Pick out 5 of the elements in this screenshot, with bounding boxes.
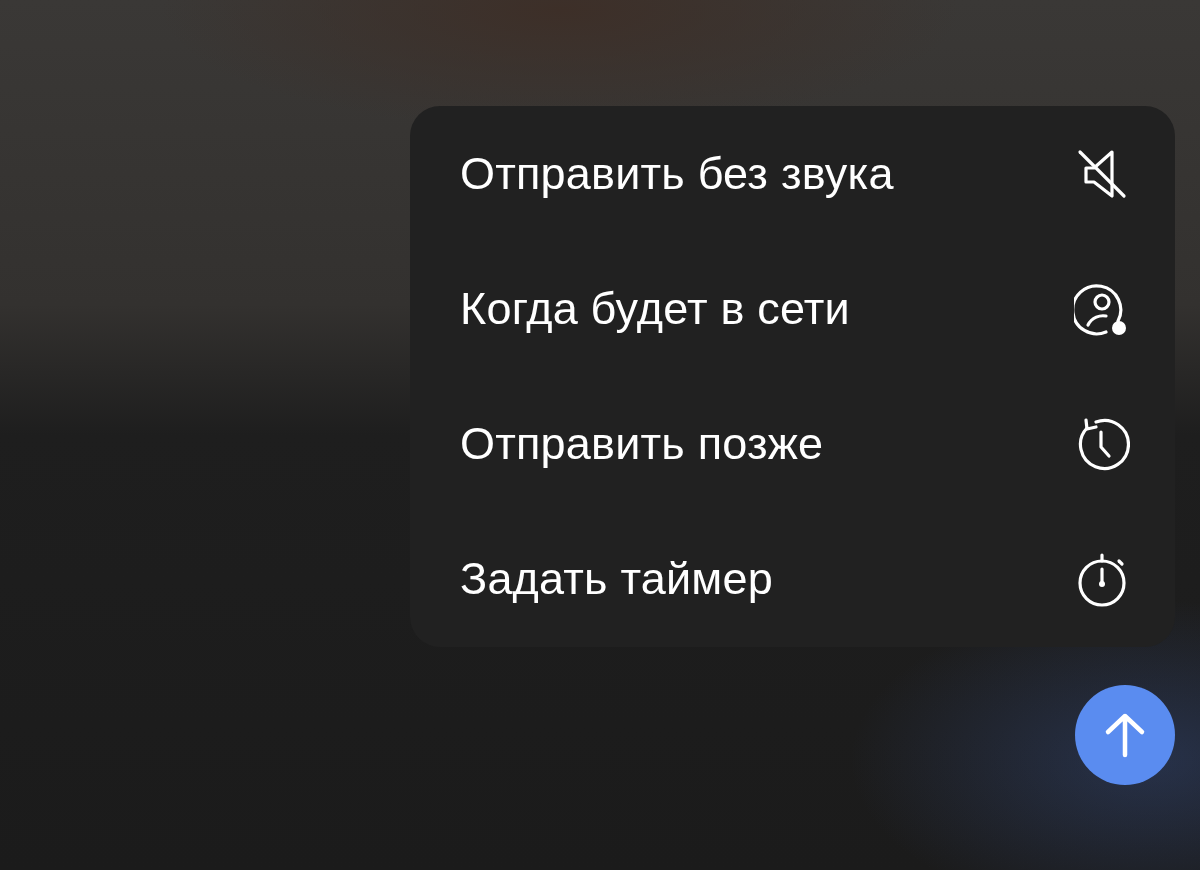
arrow-up-icon: [1103, 711, 1147, 759]
menu-item[interactable]: Отправить без звука: [410, 106, 1175, 242]
menu-item[interactable]: Когда будет в сети: [410, 241, 1175, 377]
menu-item[interactable]: Задать таймер: [410, 511, 1175, 647]
menu-item[interactable]: Отправить позже: [410, 376, 1175, 512]
